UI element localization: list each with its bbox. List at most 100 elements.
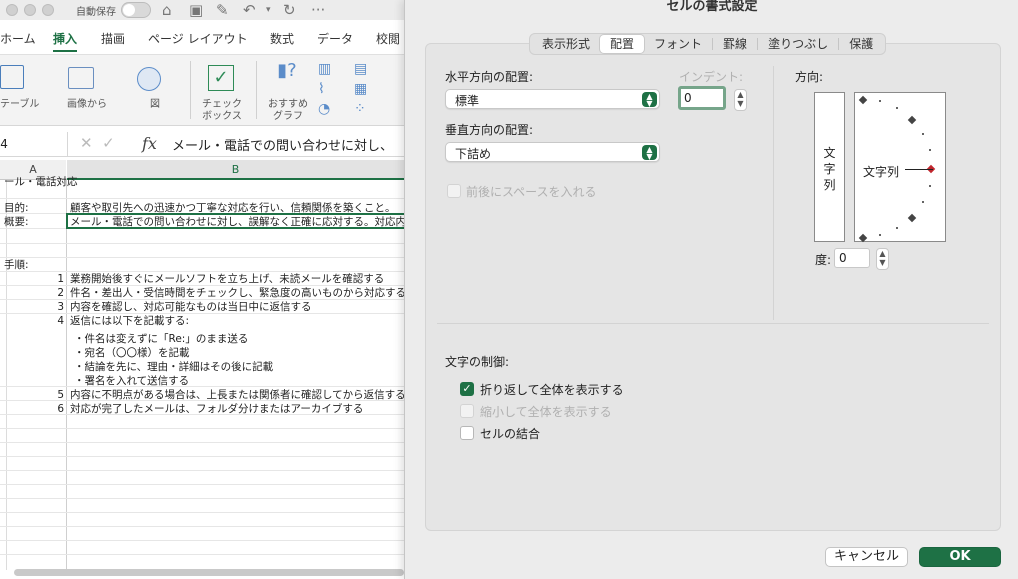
autosave-toggle[interactable] — [121, 2, 151, 18]
shapes-label: 図 — [150, 99, 160, 110]
fx-icon[interactable]: fx — [142, 134, 157, 153]
degree-stepper[interactable]: ▲ ▼ — [876, 248, 889, 270]
rec-chart-label-2: グラフ — [273, 111, 303, 122]
cell-step-text[interactable]: 内容に不明点がある場合は、上長または関係者に確認してから返信する — [70, 388, 404, 402]
scatter-chart-icon[interactable]: ⁘ — [354, 102, 366, 116]
cell-overview-label[interactable]: 概要: — [4, 215, 29, 229]
cancel-button[interactable]: キャンセル — [825, 547, 908, 567]
orientation-text-sample: 文字列 — [863, 165, 900, 179]
merge-cells-checkbox[interactable] — [460, 426, 474, 440]
tab-border[interactable]: 罫線 — [713, 35, 757, 53]
redo-icon[interactable]: ↻ — [283, 1, 296, 19]
vertical-align-select[interactable]: 下詰め ▲ ▼ — [445, 142, 660, 162]
horizontal-scrollbar[interactable] — [14, 569, 404, 576]
minimize-window-button[interactable] — [24, 4, 36, 16]
cell-steps-label[interactable]: 手順: — [4, 258, 29, 272]
bar-chart-icon[interactable]: ▥ — [318, 62, 331, 76]
tab-insert[interactable]: 挿入 — [53, 28, 78, 52]
name-box[interactable]: B4 — [0, 132, 68, 156]
save-icon[interactable]: ▣ — [189, 1, 203, 19]
cell-step-number[interactable]: 1 — [42, 272, 64, 286]
grid-line — [0, 470, 404, 471]
chart-gallery[interactable]: ▥ ▤ ⌇ ▦ ◔ ⁘ — [316, 55, 404, 125]
tab-alignment[interactable]: 配置 — [600, 35, 645, 53]
rec-chart-label-1: おすすめ — [268, 99, 308, 110]
cell-step-text[interactable]: 内容を確認し、対応可能なものは当日中に返信する — [70, 300, 312, 314]
tab-home[interactable]: ホーム — [0, 28, 36, 52]
worksheet-grid[interactable]: ール・電話対応 目的: 顧客や取引先への迅速かつ丁寧な対応を行い、信頼関係を築く… — [0, 176, 404, 570]
distributed-checkbox[interactable] — [447, 184, 461, 198]
cell-step-text[interactable]: 対応が完了したメールは、フォルダ分けまたはアーカイブする — [70, 402, 363, 416]
cell-step-number[interactable]: 5 — [42, 388, 64, 402]
cell-purpose-label[interactable]: 目的: — [4, 201, 29, 215]
orientation-marker — [907, 213, 917, 223]
cell-step-number[interactable]: 6 — [42, 402, 64, 416]
grid-line — [0, 512, 404, 513]
cell-title[interactable]: ール・電話対応 — [4, 175, 78, 189]
wrap-text-checkbox[interactable]: ✓ — [460, 382, 474, 396]
cell-step-text[interactable]: 業務開始後すぐにメールソフトを立ち上げ、未読メールを確認する — [70, 272, 384, 286]
shrink-to-fit-checkbox[interactable] — [460, 404, 474, 418]
hierarchy-chart-icon[interactable]: ▤ — [354, 62, 367, 76]
indent-stepper[interactable]: ▲ ▼ — [734, 89, 747, 111]
formula-input[interactable]: メール・電話での問い合わせに対し、 — [172, 135, 393, 154]
tab-fill[interactable]: 塗りつぶし — [758, 35, 838, 53]
line-chart-icon[interactable]: ⌇ — [318, 82, 325, 96]
recommended-chart-icon: ▮? — [277, 60, 297, 81]
pie-chart-icon[interactable]: ◔ — [318, 102, 330, 116]
cell-step-text[interactable]: 件名・差出人・受信時間をチェックし、緊急度の高いものから対応する — [70, 286, 404, 300]
vertical-align-value: 下詰め — [455, 147, 492, 161]
tab-formulas[interactable]: 数式 — [270, 28, 294, 52]
cell-sub-item[interactable]: ・署名を入れて送信する — [74, 374, 189, 388]
horizontal-align-value: 標準 — [455, 94, 480, 108]
cell-step-number[interactable]: 2 — [42, 286, 64, 300]
tab-page-layout[interactable]: ページ レイアウト — [148, 28, 248, 52]
orientation-dot — [922, 133, 924, 135]
ok-button[interactable]: OK — [919, 547, 1001, 567]
home-icon[interactable]: ⌂ — [162, 1, 172, 19]
zoom-window-button[interactable] — [42, 4, 54, 16]
tab-draw[interactable]: 描画 — [101, 28, 125, 52]
excel-window: 自動保存 ⌂ ▣ ✎ ↶ ▾ ↻ ··· ホーム 挿入 描画 ページ レイアウト… — [0, 0, 404, 579]
tab-protection[interactable]: 保護 — [839, 35, 883, 53]
tab-font[interactable]: フォント — [644, 35, 712, 53]
tab-data[interactable]: データ — [317, 28, 353, 52]
vertical-text-option[interactable]: 文 字 列 — [814, 92, 845, 242]
tab-review[interactable]: 校閲 — [376, 28, 400, 52]
more-icon[interactable]: ··· — [311, 1, 325, 19]
stat-chart-icon[interactable]: ▦ — [354, 82, 367, 96]
undo-icon[interactable]: ↶ — [243, 1, 256, 19]
cell-step-number[interactable]: 3 — [42, 300, 64, 314]
cell-step-number[interactable]: 4 — [42, 314, 64, 328]
cell-sub-item[interactable]: ・宛名（〇〇様）を記載 — [74, 346, 190, 360]
grid-line — [0, 498, 404, 499]
grid-line — [0, 540, 404, 541]
orientation-dial[interactable]: 文字列 — [854, 92, 946, 243]
orientation-dot — [879, 100, 881, 102]
degree-input[interactable]: 0 — [834, 248, 870, 268]
column-header-b[interactable]: B — [67, 160, 404, 180]
edit-icon[interactable]: ✎ — [216, 1, 229, 19]
indent-input[interactable]: 0 — [678, 86, 726, 110]
cell-sub-item[interactable]: ・件名は変えずに「Re:」のまま送る — [74, 332, 248, 346]
cell-step-text[interactable]: 返信には以下を記載する: — [70, 314, 189, 328]
vertical-align-label: 垂直方向の配置: — [445, 123, 534, 137]
undo-dropdown-icon[interactable]: ▾ — [266, 1, 271, 19]
selected-cell-b4[interactable] — [66, 213, 404, 229]
name-box-value: B4 — [0, 137, 8, 151]
grid-line — [0, 198, 404, 199]
shrink-to-fit-label: 縮小して全体を表示する — [480, 405, 612, 419]
grid-line — [0, 428, 404, 429]
ribbon-separator — [256, 61, 257, 119]
cell-sub-item[interactable]: ・結論を先に、理由・詳細はその後に記載 — [74, 360, 273, 374]
tab-number-format[interactable]: 表示形式 — [532, 35, 600, 53]
orientation-marker — [907, 115, 917, 125]
close-window-button[interactable] — [6, 4, 18, 16]
ribbon-separator — [190, 61, 191, 119]
wrap-text-label: 折り返して全体を表示する — [480, 383, 624, 397]
alignment-panel: 水平方向の配置: 標準 ▲ ▼ インデント: 0 ▲ ▼ 垂直方向の配置: 下詰め … — [425, 43, 1001, 531]
table-icon — [0, 65, 24, 89]
cancel-confirm-icons[interactable]: ✕ ✓ — [80, 134, 115, 152]
chevron-updown-icon: ▲ ▼ — [642, 145, 657, 161]
horizontal-align-select[interactable]: 標準 ▲ ▼ — [445, 89, 660, 109]
